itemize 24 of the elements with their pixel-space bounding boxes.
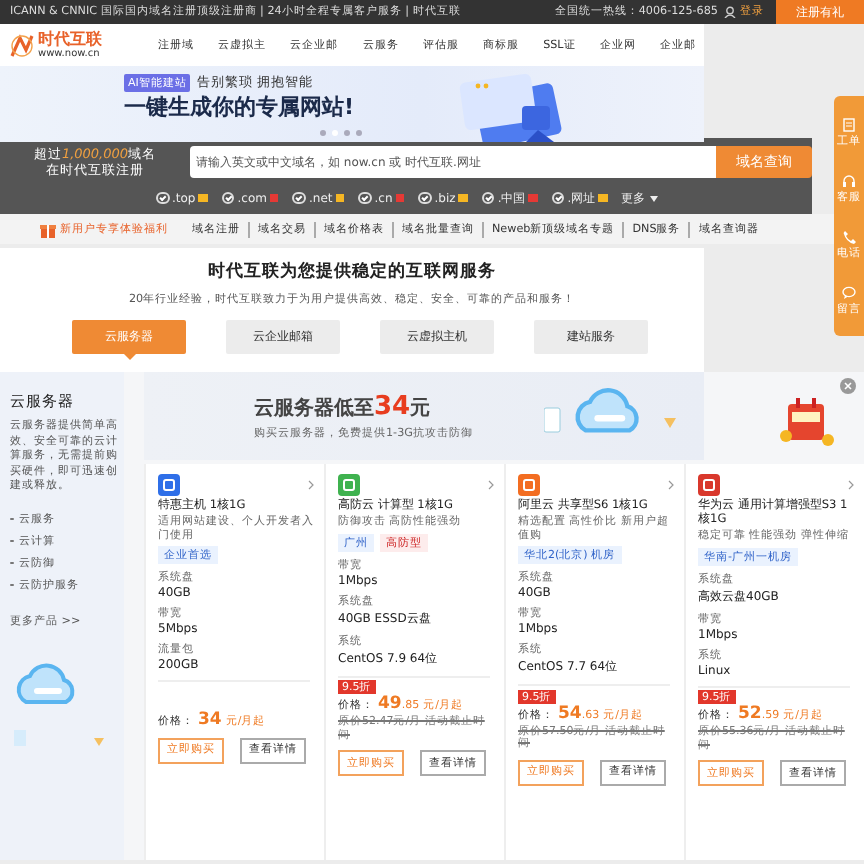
clipboard-icon (842, 117, 856, 131)
gift-calendar-drawing (780, 392, 836, 448)
phone-icon (842, 229, 856, 243)
chevron-icon (488, 480, 494, 490)
carousel-dot[interactable] (356, 130, 362, 136)
gift-icon (40, 221, 56, 237)
logo-icon (10, 33, 34, 57)
carousel-dot[interactable] (320, 130, 326, 136)
user-icon (724, 6, 736, 18)
logo-text: 时代互联 (38, 30, 102, 48)
cloud-drawing (14, 662, 104, 745)
section-title: 时代互联为您提供稳定的互联网服务 (208, 260, 496, 284)
chevron-icon (668, 480, 674, 490)
promo-headline: 云服务器低至34元 (254, 391, 431, 421)
banner-headline: 一键生成你的专属网站! (124, 96, 355, 120)
cloud-drawing (544, 388, 676, 433)
caret-icon (649, 195, 658, 201)
headset-icon (842, 173, 856, 187)
chevron-icon (308, 480, 314, 490)
chat-icon (842, 285, 856, 299)
carousel-dot[interactable] (344, 130, 350, 136)
close-icon[interactable] (840, 378, 856, 394)
price-value: 34 (198, 709, 222, 729)
chevron-icon (848, 480, 854, 490)
